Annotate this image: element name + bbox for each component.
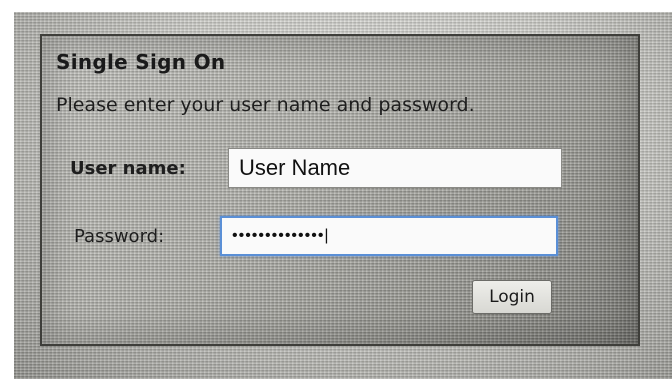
login-button[interactable]: Login (472, 280, 552, 314)
dialog-title: Single Sign On (56, 50, 226, 74)
password-label: Password: (74, 226, 165, 247)
password-input[interactable] (220, 216, 558, 256)
single-sign-on-dialog: Single Sign On Please enter your user na… (40, 34, 640, 346)
dialog-instructions: Please enter your user name and password… (56, 94, 475, 116)
username-label: User name: (70, 158, 186, 179)
username-input[interactable] (228, 148, 562, 188)
photo-background: Single Sign On Please enter your user na… (0, 0, 672, 379)
top-white-border (0, 0, 672, 12)
left-white-border (0, 0, 14, 379)
